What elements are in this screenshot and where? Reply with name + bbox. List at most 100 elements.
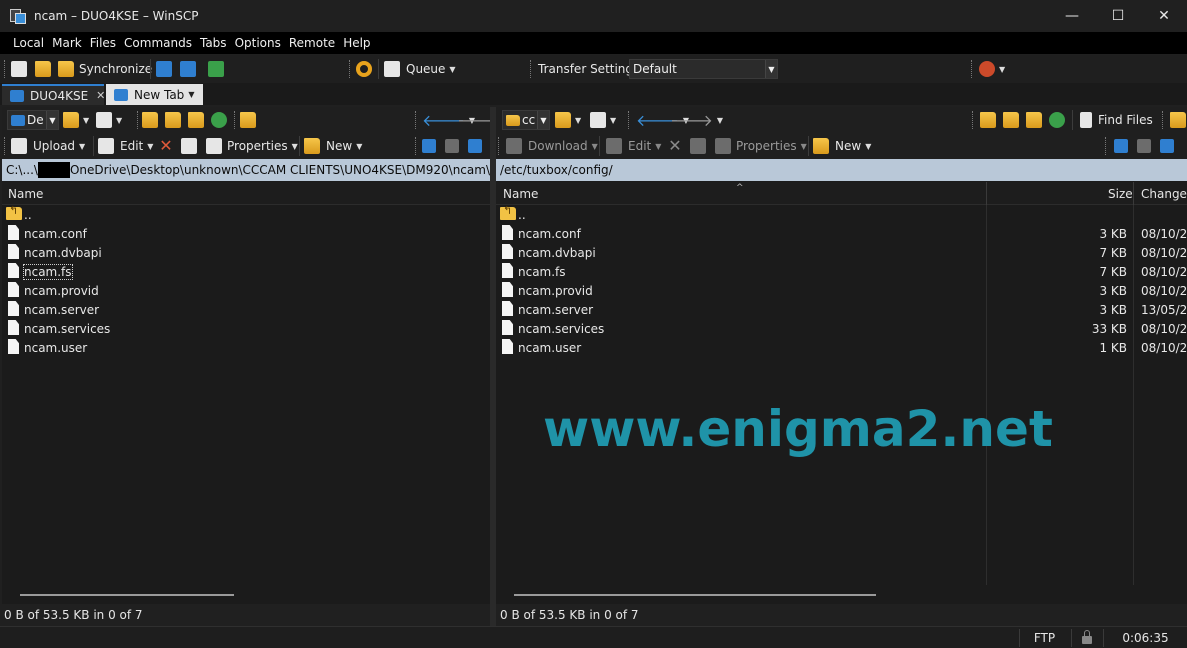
remote-edit-button[interactable]: Edit ▼ xyxy=(606,135,661,157)
local-column-name[interactable]: Name xyxy=(8,182,43,205)
remote-tree-button[interactable] xyxy=(1170,109,1186,131)
toolbar-grip[interactable] xyxy=(349,60,352,78)
list-item[interactable]: ncam.fs xyxy=(2,262,490,281)
column-separator[interactable] xyxy=(1133,182,1134,205)
local-filter-button[interactable]: ▼ xyxy=(96,109,122,131)
toolbar-grip[interactable] xyxy=(4,137,7,155)
remote-column-changed[interactable]: Changed xyxy=(1141,182,1187,205)
remote-column-size[interactable]: Size xyxy=(1108,182,1133,205)
sync-browsing-button[interactable] xyxy=(35,58,51,80)
remote-forward-button[interactable]: 🡒 ▼ xyxy=(670,109,723,131)
remote-unselect-button[interactable] xyxy=(1137,135,1151,157)
local-tree-button[interactable] xyxy=(240,109,256,131)
local-open-folder-button[interactable]: ▼ xyxy=(63,109,89,131)
toolbar-grip[interactable] xyxy=(137,111,140,129)
local-refresh-button[interactable] xyxy=(211,109,227,131)
download-button[interactable]: Download ▼ xyxy=(506,135,598,157)
synchronize-button[interactable]: Synchronize xyxy=(58,58,152,80)
remote-parent-dir-button[interactable] xyxy=(980,109,996,131)
table-row[interactable]: ncam.provid3 KB08/10/20 xyxy=(496,281,1187,300)
tab-duo4kse[interactable]: DUO4KSE ✕ xyxy=(2,84,105,105)
remote-home-button[interactable] xyxy=(1026,109,1042,131)
toolbar-grip[interactable] xyxy=(4,60,7,78)
table-row[interactable]: ncam.server3 KB13/05/20 xyxy=(496,300,1187,319)
remote-root-dir-button[interactable] xyxy=(1003,109,1019,131)
menu-files[interactable]: Files xyxy=(90,36,116,50)
toolbar-grip[interactable] xyxy=(971,60,974,78)
menu-tabs[interactable]: Tabs xyxy=(200,36,227,50)
menu-remote[interactable]: Remote xyxy=(289,36,335,50)
toolbar-grip[interactable] xyxy=(498,137,501,155)
local-root-dir-button[interactable] xyxy=(165,109,181,131)
local-rename-button[interactable] xyxy=(181,135,197,157)
local-home-button[interactable] xyxy=(188,109,204,131)
table-row[interactable]: ncam.conf3 KB08/10/20 xyxy=(496,224,1187,243)
local-drive-select[interactable]: De ▼ xyxy=(7,110,59,130)
compare-directories-button[interactable] xyxy=(11,58,27,80)
remote-refresh-button[interactable] xyxy=(1049,109,1065,131)
local-edit-button[interactable]: Edit ▼ xyxy=(98,135,153,157)
menu-mark[interactable]: Mark xyxy=(52,36,82,50)
remote-select-all-button[interactable] xyxy=(1160,135,1174,157)
menu-local[interactable]: Local xyxy=(13,36,44,50)
menu-commands[interactable]: Commands xyxy=(124,36,192,50)
column-separator[interactable] xyxy=(986,182,987,205)
menu-options[interactable]: Options xyxy=(235,36,281,50)
list-item[interactable]: .. xyxy=(2,204,490,224)
remote-dir-select[interactable]: cc ▼ xyxy=(502,110,550,130)
table-row[interactable]: ncam.services33 KB08/10/20 xyxy=(496,319,1187,338)
find-files-button[interactable]: Find Files xyxy=(1080,109,1153,131)
remote-horizontal-scrollbar[interactable] xyxy=(496,585,1187,603)
list-item[interactable]: ncam.conf xyxy=(2,224,490,243)
queue-button[interactable]: Queue ▼ xyxy=(384,58,456,80)
remote-new-button[interactable]: New ▼ xyxy=(813,135,871,157)
console-button[interactable] xyxy=(156,58,172,80)
refresh-remote-button[interactable] xyxy=(208,58,224,80)
toolbar-grip[interactable] xyxy=(415,111,418,129)
remote-select-button[interactable] xyxy=(1114,135,1128,157)
table-row[interactable]: ncam.fs7 KB08/10/20 xyxy=(496,262,1187,281)
menu-help[interactable]: Help xyxy=(343,36,370,50)
minimize-button[interactable]: — xyxy=(1049,0,1095,32)
remote-rename-button[interactable] xyxy=(690,135,706,157)
site-manager-button[interactable]: ▼ xyxy=(979,58,1005,80)
list-item[interactable]: ncam.dvbapi xyxy=(2,243,490,262)
toolbar-grip[interactable] xyxy=(1162,111,1165,129)
local-unselect-button[interactable] xyxy=(445,135,459,157)
local-delete-button[interactable]: ✕ xyxy=(159,135,173,157)
table-row[interactable]: ncam.user1 KB08/10/20 xyxy=(496,338,1187,357)
local-path-bar[interactable]: C:\...\ OneDrive\Desktop\unknown\CCCAM CL… xyxy=(2,159,490,181)
list-item[interactable]: ncam.services xyxy=(2,319,490,338)
toolbar-grip[interactable] xyxy=(628,111,631,129)
toolbar-grip[interactable] xyxy=(1105,137,1108,155)
toolbar-grip[interactable] xyxy=(530,60,533,78)
local-horizontal-scrollbar[interactable] xyxy=(2,585,490,603)
upload-button[interactable]: Upload ▼ xyxy=(11,135,85,157)
remote-path-bar[interactable]: /etc/tuxbox/config/ xyxy=(496,159,1187,181)
transfer-settings-select[interactable]: Default ▼ xyxy=(629,59,778,79)
scrollbar-thumb[interactable] xyxy=(20,594,234,596)
close-window-button[interactable]: ✕ xyxy=(1141,0,1187,32)
table-row[interactable]: ncam.dvbapi7 KB08/10/20 xyxy=(496,243,1187,262)
toolbar-grip[interactable] xyxy=(972,111,975,129)
toolbar-grip[interactable] xyxy=(415,137,418,155)
preferences-button[interactable] xyxy=(356,58,372,80)
local-select-all-button[interactable] xyxy=(468,135,482,157)
list-item[interactable]: ncam.provid xyxy=(2,281,490,300)
remote-filter-button[interactable]: ▼ xyxy=(590,109,616,131)
list-item[interactable]: ncam.server xyxy=(2,300,490,319)
local-parent-dir-button[interactable] xyxy=(142,109,158,131)
local-select-button[interactable] xyxy=(422,135,436,157)
remote-column-name[interactable]: Name xyxy=(503,182,538,205)
remote-properties-button[interactable]: Properties ▼ xyxy=(715,135,807,157)
putty-button[interactable] xyxy=(180,58,196,80)
remote-open-folder-button[interactable]: ▼ xyxy=(555,109,581,131)
tab-new-tab[interactable]: New Tab ▼ xyxy=(106,84,203,105)
list-item[interactable]: ncam.user xyxy=(2,338,490,357)
remote-delete-button[interactable]: ✕ xyxy=(668,135,682,157)
scrollbar-thumb[interactable] xyxy=(514,594,876,596)
toolbar-grip[interactable] xyxy=(234,111,237,129)
local-properties-button[interactable]: Properties ▼ xyxy=(206,135,298,157)
local-new-button[interactable]: New ▼ xyxy=(304,135,362,157)
maximize-button[interactable]: ☐ xyxy=(1095,0,1141,32)
